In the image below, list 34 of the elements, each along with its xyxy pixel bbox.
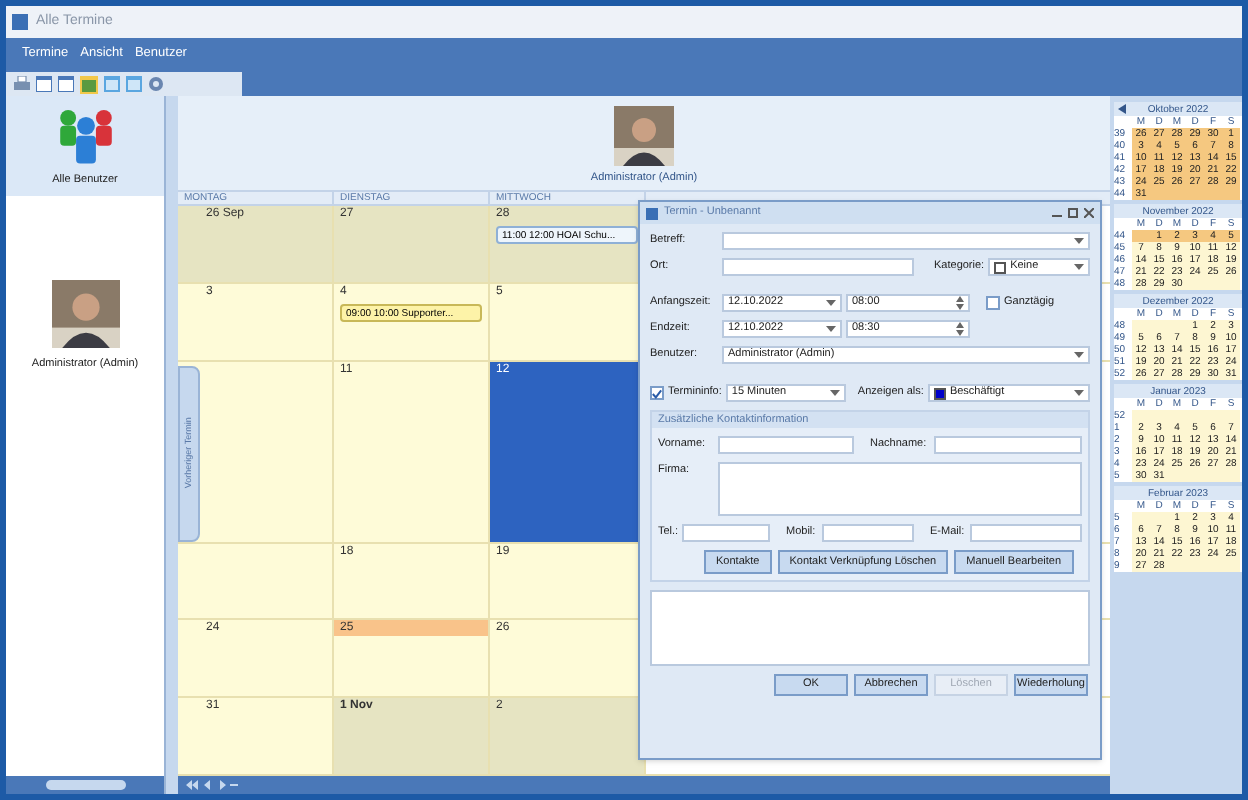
subject-field[interactable]	[722, 232, 1090, 250]
spin-icon[interactable]	[956, 296, 964, 310]
checkbox[interactable]	[650, 386, 664, 400]
caret-icon	[829, 389, 840, 397]
input-field[interactable]	[682, 524, 770, 542]
input-field[interactable]	[822, 524, 914, 542]
notes-field[interactable]	[650, 590, 1090, 666]
avatar	[614, 105, 674, 166]
navigation-icon[interactable]	[186, 780, 238, 790]
caret-icon	[1074, 389, 1084, 397]
caret-icon	[826, 299, 836, 307]
caret-icon	[1074, 351, 1084, 359]
location-field[interactable]	[722, 258, 914, 276]
calendar-icon[interactable]	[36, 76, 52, 92]
caret-icon	[1074, 237, 1084, 245]
day-cell[interactable]	[178, 543, 334, 619]
input-field[interactable]	[934, 436, 1082, 454]
print-icon[interactable]	[14, 76, 30, 92]
settings-icon[interactable]	[148, 76, 164, 92]
app-icon	[646, 207, 658, 219]
scrollbar-thumb[interactable]	[46, 780, 126, 790]
avatar	[51, 279, 119, 348]
caret-icon	[1074, 263, 1084, 271]
calendar-icon[interactable]	[58, 76, 74, 92]
input-field[interactable]	[718, 436, 854, 454]
checkbox[interactable]	[986, 296, 1000, 310]
maximize-icon[interactable]	[1068, 208, 1078, 218]
previous-arrow-icon[interactable]	[1118, 104, 1126, 114]
company-field[interactable]	[718, 462, 1082, 516]
input-field[interactable]	[970, 524, 1082, 542]
caret-icon	[826, 325, 836, 333]
app-icon	[12, 14, 28, 30]
spin-icon[interactable]	[956, 322, 964, 336]
close-icon[interactable]	[1084, 208, 1094, 218]
